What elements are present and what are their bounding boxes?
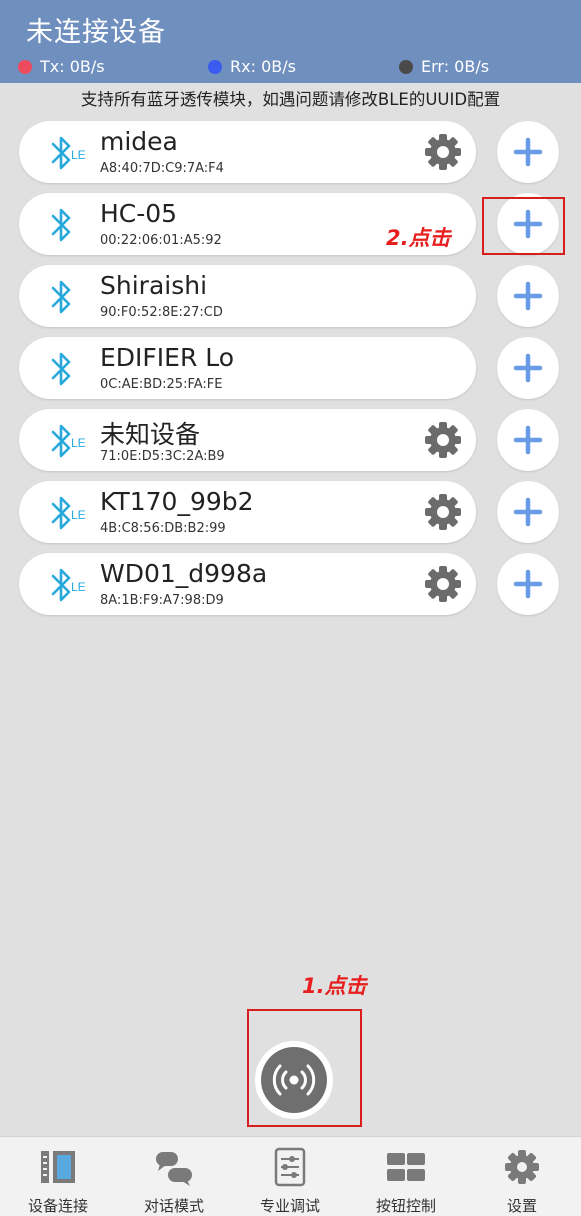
rx-rate: Rx: 0B/s xyxy=(230,57,296,76)
device-name: EDIFIER Lo xyxy=(100,343,235,372)
hint-text: 支持所有蓝牙透传模块，如遇问题请修改BLE的UUID配置 xyxy=(80,90,501,109)
tab-button-control[interactable]: 按钮控制 xyxy=(348,1137,464,1216)
device-item[interactable]: LE 未知设备 71:0E:D5:3C:2A:B9 xyxy=(19,409,476,471)
device-mac: 90:F0:52:8E:27:CD xyxy=(100,305,223,320)
device-mac: 71:0E:D5:3C:2A:B9 xyxy=(100,449,225,464)
device-mac: 8A:1B:F9:A7:98:D9 xyxy=(100,593,224,608)
device-name: 未知设备 xyxy=(100,420,201,449)
svg-text:LE: LE xyxy=(71,436,86,450)
settings-gear-icon[interactable] xyxy=(423,564,463,604)
bluetooth-le-icon: LE xyxy=(51,136,86,170)
device-item[interactable]: EDIFIER Lo 0C:AE:BD:25:FA:FE xyxy=(19,337,476,399)
bluetooth-le-icon: LE xyxy=(51,568,86,602)
add-device-button[interactable] xyxy=(497,265,559,327)
device-name: WD01_d998a xyxy=(100,559,268,588)
tab-chat-mode[interactable]: 对话模式 xyxy=(116,1137,232,1216)
device-name: KT170_99b2 xyxy=(100,487,254,516)
bluetooth-icon xyxy=(51,352,71,386)
gear-icon xyxy=(505,1150,539,1184)
plus-icon xyxy=(509,277,547,315)
add-device-button[interactable] xyxy=(497,409,559,471)
tab-label: 专业调试 xyxy=(259,1197,320,1215)
device-mac: 0C:AE:BD:25:FA:FE xyxy=(100,377,223,392)
tab-device-connect[interactable]: 设备连接 xyxy=(0,1137,116,1216)
err-rate: Err: 0B/s xyxy=(421,57,490,76)
settings-gear-icon[interactable] xyxy=(423,420,463,460)
tab-label: 设备连接 xyxy=(27,1197,88,1215)
annotation-step1: 1.点击 xyxy=(302,974,367,998)
annotation-step2: 2.点击 xyxy=(386,226,451,250)
err-dot-icon xyxy=(399,59,413,74)
err-stat: Err: 0B/s xyxy=(399,57,489,76)
tx-rate: Tx: 0B/s xyxy=(40,57,105,76)
tab-label: 对话模式 xyxy=(143,1197,204,1215)
device-mac: A8:40:7D:C9:7A:F4 xyxy=(100,161,224,176)
bluetooth-icon xyxy=(51,208,71,242)
rx-stat: Rx: 0B/s xyxy=(208,57,296,76)
debug-sliders-icon xyxy=(274,1147,306,1187)
plus-icon xyxy=(509,565,547,603)
add-device-button[interactable] xyxy=(497,553,559,615)
add-device-button[interactable] xyxy=(497,481,559,543)
svg-text:LE: LE xyxy=(71,508,86,522)
tx-dot-icon xyxy=(18,59,32,74)
settings-gear-icon[interactable] xyxy=(423,132,463,172)
tab-pro-debug[interactable]: 专业调试 xyxy=(232,1137,348,1216)
tab-label: 按钮控制 xyxy=(375,1197,436,1215)
device-name: HC-05 xyxy=(100,199,178,228)
broadcast-icon xyxy=(272,1064,316,1096)
add-device-button[interactable] xyxy=(497,121,559,183)
device-name: Shiraishi xyxy=(100,271,208,300)
tab-label: 设置 xyxy=(506,1197,537,1215)
device-name: midea xyxy=(100,127,178,156)
bluetooth-le-icon: LE xyxy=(51,424,86,458)
annotation-box-step2 xyxy=(482,197,565,255)
top-status-bar: 未连接设备 Tx: 0B/s Rx: 0B/s Err: 0B/s xyxy=(0,0,581,83)
add-device-button[interactable] xyxy=(497,337,559,399)
bottom-tab-bar: 设备连接 对话模式 专业调试 按钮控制 设置 xyxy=(0,1136,581,1216)
connection-status-title: 未连接设备 xyxy=(26,17,166,48)
bluetooth-le-icon: LE xyxy=(51,496,86,530)
device-item[interactable]: LE midea A8:40:7D:C9:7A:F4 xyxy=(19,121,476,183)
svg-text:LE: LE xyxy=(71,148,86,162)
scan-button[interactable] xyxy=(255,1041,333,1119)
bluetooth-icon xyxy=(51,280,71,314)
device-item[interactable]: Shiraishi 90:F0:52:8E:27:CD xyxy=(19,265,476,327)
device-connect-icon xyxy=(41,1151,75,1183)
plus-icon xyxy=(509,493,547,531)
tx-stat: Tx: 0B/s xyxy=(18,57,105,76)
settings-gear-icon[interactable] xyxy=(423,492,463,532)
device-item[interactable]: LE WD01_d998a 8A:1B:F9:A7:98:D9 xyxy=(19,553,476,615)
device-mac: 00:22:06:01:A5:92 xyxy=(100,233,222,248)
button-grid-icon xyxy=(387,1153,425,1181)
plus-icon xyxy=(509,421,547,459)
device-mac: 4B:C8:56:DB:B2:99 xyxy=(100,521,226,536)
svg-text:LE: LE xyxy=(71,580,86,594)
tab-settings[interactable]: 设置 xyxy=(464,1137,580,1216)
plus-icon xyxy=(509,349,547,387)
chat-icon xyxy=(156,1152,192,1186)
plus-icon xyxy=(509,133,547,171)
rx-dot-icon xyxy=(208,59,222,74)
device-item[interactable]: LE KT170_99b2 4B:C8:56:DB:B2:99 xyxy=(19,481,476,543)
